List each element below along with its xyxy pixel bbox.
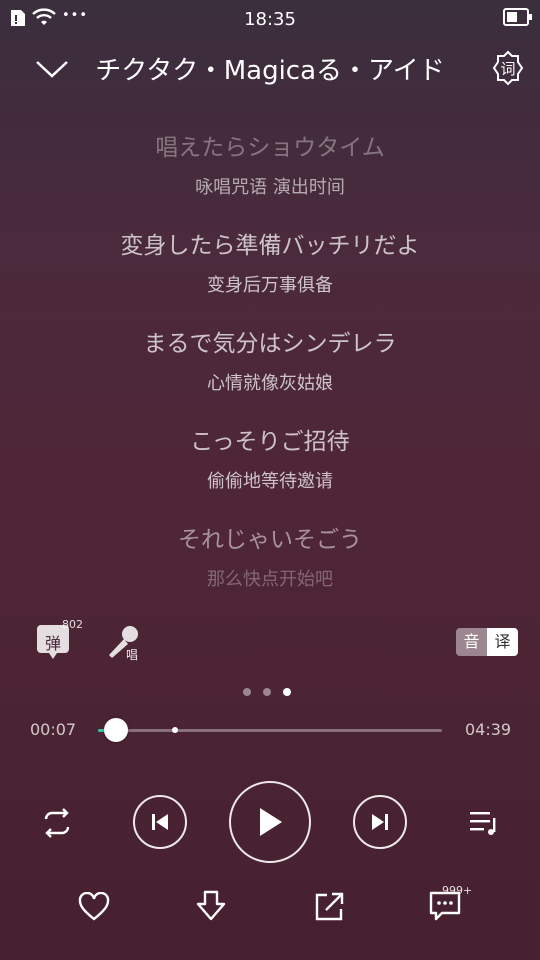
- repeat-button[interactable]: [38, 806, 76, 840]
- page-indicator: [243, 688, 291, 696]
- next-button[interactable]: [353, 795, 407, 849]
- playlist-button[interactable]: [468, 808, 500, 838]
- battery-icon: [503, 8, 533, 30]
- danmaku-button[interactable]: 弹 802: [36, 618, 86, 662]
- sing-button[interactable]: 唱: [104, 622, 144, 662]
- lyric-original: 変身したら準備バッチリだよ: [120, 233, 420, 259]
- lyric-line[interactable]: 唱えたらショウタイム咏唱咒语 演出时间: [0, 128, 540, 226]
- play-icon: [260, 808, 282, 836]
- progress-thumb[interactable]: [103, 718, 128, 742]
- lyric-original: こっそりご招待: [190, 429, 350, 455]
- buffer-marker: [172, 727, 179, 733]
- lyric-line[interactable]: まるで気分はシンデレラ心情就像灰姑娘: [0, 324, 540, 422]
- play-button[interactable]: [229, 781, 311, 863]
- share-button[interactable]: [313, 891, 345, 923]
- lyrics-list[interactable]: 唱えたらショウタイム咏唱咒语 演出时间変身したら準備バッチリだよ变身后万事俱备ま…: [0, 128, 540, 618]
- status-time: 18:35: [244, 9, 296, 30]
- page-dot: [243, 688, 251, 696]
- share-icon: [315, 892, 344, 921]
- sing-label: 唱: [126, 648, 139, 662]
- lyric-line[interactable]: 変身したら準備バッチリだよ变身后万事俱备: [0, 226, 540, 324]
- comment-count: 999+: [442, 884, 473, 897]
- repeat-icon: [44, 808, 70, 838]
- lyric-translation: 变身后万事俱备: [207, 275, 333, 296]
- lyric-line[interactable]: それじゃいそごう那么快点开始吧: [0, 520, 540, 618]
- lyric-original: それじゃいそごう: [178, 527, 362, 553]
- next-icon: [372, 814, 388, 830]
- lyrics-settings-button[interactable]: 词: [490, 50, 526, 86]
- lyric-mode-toggle[interactable]: 音 译: [456, 628, 518, 656]
- playlist-icon: [470, 812, 496, 835]
- lyric-translation: 那么快点开始吧: [207, 569, 333, 590]
- previous-button[interactable]: [133, 795, 187, 849]
- song-title: チクタク・Magicaる・アイド: [95, 56, 445, 86]
- total-time: 04:39: [465, 720, 512, 739]
- toggle-original[interactable]: 音: [456, 628, 487, 656]
- download-icon: [196, 890, 226, 921]
- toggle-translation[interactable]: 译: [487, 628, 518, 656]
- previous-icon: [152, 814, 168, 830]
- danmaku-count: 802: [62, 618, 83, 631]
- like-button[interactable]: [78, 891, 110, 922]
- danmaku-label: 弹: [44, 634, 61, 653]
- lyric-line[interactable]: こっそりご招待偷偷地等待邀请: [0, 422, 540, 520]
- lyric-translation: 咏唱咒语 演出时间: [195, 177, 345, 198]
- heart-icon: [78, 891, 110, 921]
- lyric-original: 唱えたらショウタイム: [155, 135, 385, 161]
- lyric-original: まるで気分はシンデレラ: [143, 331, 397, 357]
- comment-button[interactable]: 999+: [428, 884, 478, 924]
- lyrics-settings-glyph: 词: [500, 60, 516, 78]
- status-bar: ••• 18:35: [0, 0, 540, 36]
- lyric-translation: 心情就像灰姑娘: [207, 373, 333, 394]
- page-dot: [263, 688, 271, 696]
- progress-bar[interactable]: [98, 718, 442, 742]
- download-button[interactable]: [195, 890, 227, 924]
- lyric-translation: 偷偷地等待邀请: [207, 471, 333, 492]
- page-dot: [283, 688, 291, 696]
- current-time: 00:07: [30, 720, 77, 739]
